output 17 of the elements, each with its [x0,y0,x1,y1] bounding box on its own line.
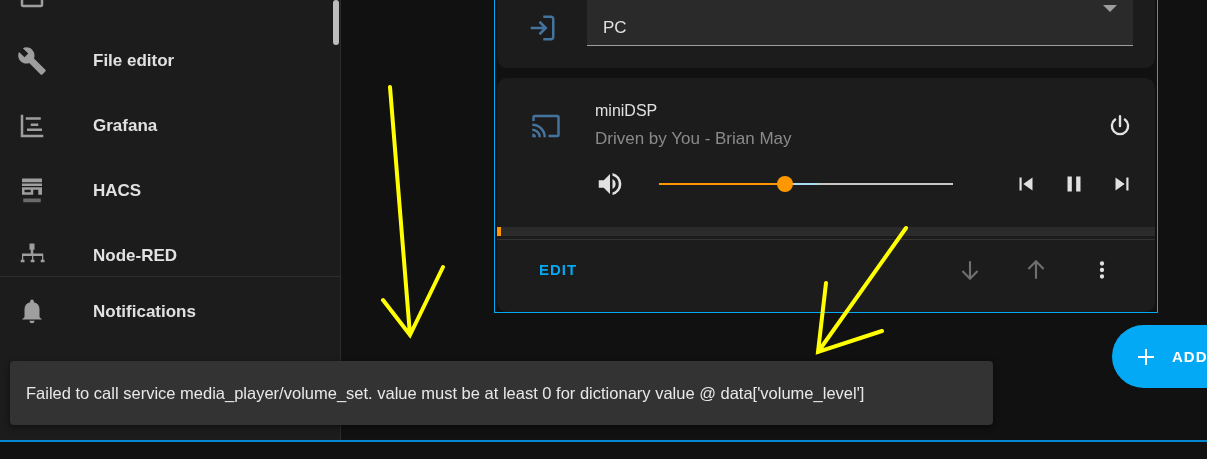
track-title: Driven by You - Brian May [595,129,793,149]
select-field[interactable]: PC [587,0,1133,46]
scrollbar[interactable] [333,0,339,45]
edit-button[interactable]: EDIT [531,255,586,284]
sidebar-label: Node-RED [93,245,178,266]
sidebar-label: HACS [93,180,142,201]
wrench-icon [17,45,47,76]
caret-icon [1103,4,1117,12]
sidebar-item[interactable]: HACS [0,158,340,223]
sidebar-item[interactable]: File editor [0,28,340,93]
toast-message: Failed to call service media_player/volume_set. value must be at least 0 for dictionary value @ data['volume_level'] [26,383,865,403]
player-name: miniDSP [595,102,659,120]
sidebar-item[interactable]: Grafana [0,93,340,158]
sidebar-label: Grafana [93,115,158,136]
volume-slider[interactable] [659,176,953,192]
sidebar-label: Notifications [93,301,196,322]
sidebar-label: File editor [93,50,175,71]
